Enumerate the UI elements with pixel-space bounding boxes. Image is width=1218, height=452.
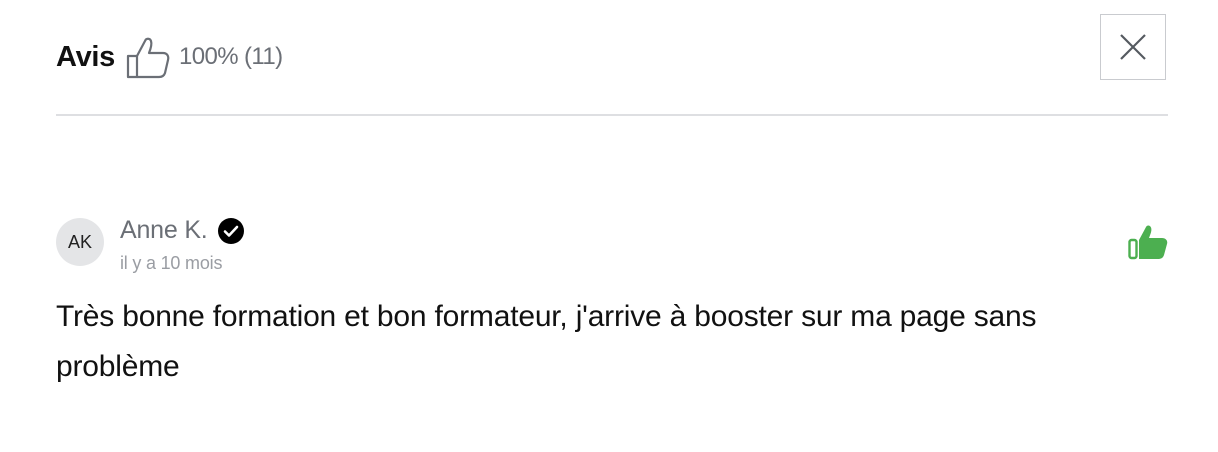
thumbs-up-outline-icon: [126, 37, 170, 79]
author-name: Anne K.: [120, 216, 208, 244]
avatar: AK: [56, 218, 104, 266]
review-author: Anne K.: [120, 216, 244, 245]
rating-summary: 100% (11): [178, 43, 283, 70]
reviews-header: Avis 100% (11): [56, 28, 283, 86]
review-date: il y a 10 mois: [120, 253, 223, 273]
reviews-title: Avis: [56, 40, 115, 73]
review-text: Très bonne formation et bon formateur, j…: [56, 300, 1037, 383]
close-button[interactable]: [1100, 14, 1166, 80]
thumbs-up-filled-icon: [1128, 225, 1168, 260]
verified-check-icon: [217, 217, 244, 244]
close-icon: [1120, 34, 1146, 60]
header-divider: [56, 114, 1168, 116]
